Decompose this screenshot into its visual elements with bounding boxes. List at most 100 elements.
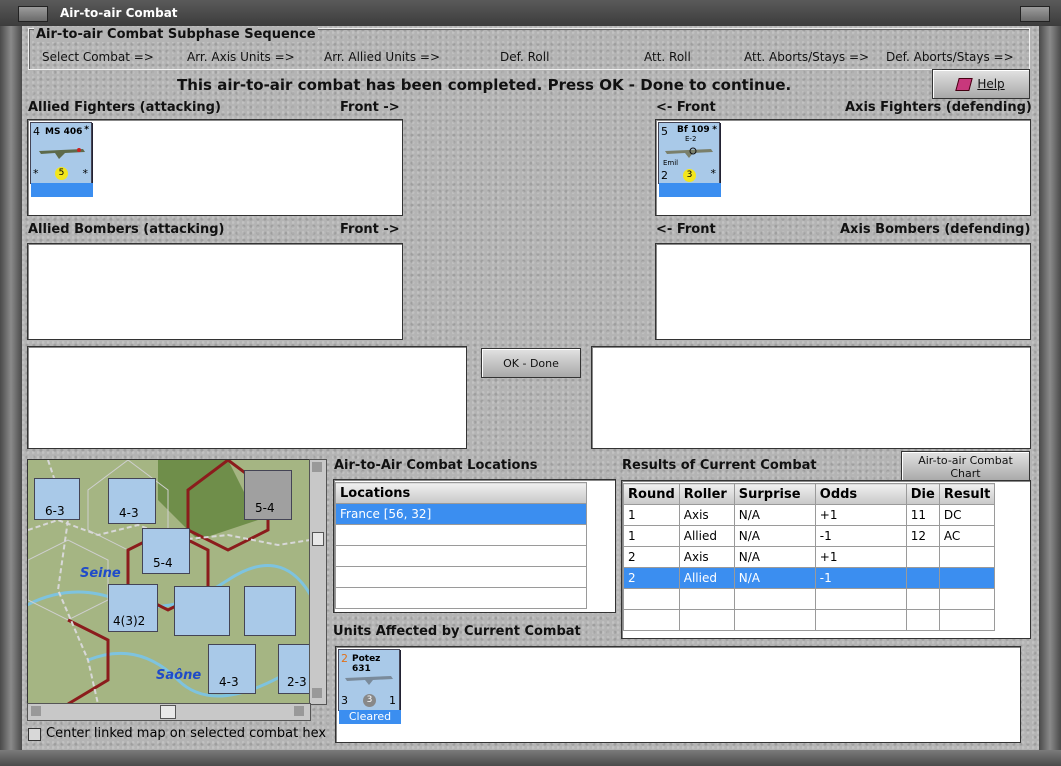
table-row[interactable]: 1 Allied N/A -1 12 AC (623, 525, 996, 547)
locations-header[interactable]: Locations (335, 482, 587, 504)
step-def-aborts: Def. Aborts/Stays => (886, 50, 1014, 64)
locations-list[interactable]: Locations France [56, 32] (333, 479, 616, 613)
units-affected-panel[interactable]: 2 Potez 631 3 3 1 Cleared (335, 646, 1021, 743)
table-row[interactable]: 1 Axis N/A +1 11 DC (623, 504, 996, 526)
axis-fighters-panel[interactable]: 5 Bf 109 E-2 * Emil 2 3 * (655, 119, 1031, 216)
map-counter-value: 4-3 (119, 506, 139, 520)
cell-odds (814, 609, 907, 631)
window-frame-bottom (0, 750, 1061, 766)
scroll-left-arrow-icon[interactable] (31, 706, 41, 716)
cell-die (905, 588, 940, 610)
col-result[interactable]: Result (938, 483, 996, 505)
col-roller[interactable]: Roller (678, 483, 735, 505)
counter-status-bar: Cleared (339, 710, 401, 724)
system-menu-button[interactable] (18, 6, 48, 22)
help-button[interactable]: Help (932, 69, 1030, 99)
cell-result: DC (938, 504, 996, 526)
map-unit-counter[interactable]: 4-3 (208, 644, 256, 694)
scroll-down-arrow-icon[interactable] (312, 688, 322, 698)
cell-surprise (733, 588, 816, 610)
location-item[interactable] (335, 524, 587, 546)
scroll-thumb[interactable] (312, 532, 324, 546)
axis-bombers-panel[interactable] (655, 243, 1031, 340)
cell-roller: Axis (678, 546, 735, 568)
title-bar: Air-to-air Combat (0, 0, 1061, 27)
linked-map[interactable]: 6-3 4-3 5-4 5-4 4(3)2 4-3 2-3 Seine Saôn… (27, 459, 311, 705)
allied-bombers-panel[interactable] (27, 243, 403, 340)
map-unit-counter[interactable]: 5-4 (142, 528, 190, 574)
table-row[interactable] (623, 588, 996, 610)
allied-fighters-label: Allied Fighters (attacking) (28, 100, 221, 115)
counter-corner-bottom: * (82, 167, 89, 180)
unit-counter-ms406[interactable]: 4 MS 406 * * 5 * (30, 122, 93, 197)
cell-result: AC (938, 525, 996, 547)
cell-result (938, 609, 996, 631)
table-row[interactable]: 2 Allied N/A -1 (623, 567, 996, 589)
counter-nickname: Emil (663, 159, 679, 167)
unit-counter-bf109[interactable]: 5 Bf 109 E-2 * Emil 2 3 * (658, 122, 721, 197)
status-message: This air-to-air combat has been complete… (177, 76, 792, 94)
center-map-checkbox[interactable] (28, 728, 41, 741)
unit-counter-potez[interactable]: 2 Potez 631 3 3 1 Cleared (338, 649, 401, 724)
counter-factor: 5 (55, 167, 68, 180)
scroll-right-arrow-icon[interactable] (294, 706, 304, 716)
cell-round: 1 (623, 525, 680, 547)
counter-top-value: 4 (33, 125, 40, 138)
counter-top-value: 5 (661, 125, 668, 138)
counter-corner-bottom: * (710, 167, 717, 180)
map-unit-counter[interactable]: 2-3 (278, 644, 310, 694)
allied-fighters-front: Front -> (340, 100, 400, 115)
locations-title: Air-to-Air Combat Locations (334, 458, 538, 473)
cell-die: 11 (905, 504, 940, 526)
map-unit-counter[interactable]: 5-4 (244, 470, 292, 520)
col-surprise[interactable]: Surprise (733, 483, 816, 505)
air-combat-chart-button[interactable]: Air-to-air Combat Chart (901, 451, 1030, 482)
map-aircraft-counter[interactable] (244, 586, 296, 636)
col-round[interactable]: Round (623, 483, 680, 505)
counter-bottom-left: 2 (661, 169, 668, 182)
units-affected-title: Units Affected by Current Combat (333, 624, 581, 639)
cell-roller: Allied (678, 525, 735, 547)
counter-bottom-left: 3 (341, 694, 348, 707)
cell-die: 12 (905, 525, 940, 547)
counter-unit-name: MS 406 (45, 127, 83, 137)
cell-odds: -1 (814, 567, 907, 589)
location-item[interactable] (335, 587, 587, 609)
aircraft-icon (345, 676, 393, 685)
location-item[interactable] (335, 566, 587, 588)
table-row[interactable]: 2 Axis N/A +1 (623, 546, 996, 568)
map-counter-value: 5-4 (153, 556, 173, 570)
map-unit-counter[interactable]: 4-3 (108, 478, 156, 524)
close-button[interactable] (1020, 6, 1050, 22)
window-frame-left (0, 26, 22, 766)
step-def-roll: Def. Roll (500, 50, 550, 64)
location-item[interactable] (335, 545, 587, 567)
col-die[interactable]: Die (905, 483, 940, 505)
cell-die (905, 567, 940, 589)
cell-round: 1 (623, 504, 680, 526)
table-row[interactable] (623, 609, 996, 631)
col-odds[interactable]: Odds (814, 483, 907, 505)
scroll-up-arrow-icon[interactable] (312, 462, 322, 472)
counter-unit-subtype: E-2 (685, 135, 697, 143)
map-unit-counter[interactable]: 6-3 (34, 478, 80, 520)
help-label: Help (977, 77, 1005, 91)
cell-result (938, 567, 996, 589)
map-unit-counter[interactable]: 4(3)2 (108, 584, 158, 632)
map-aircraft-counter[interactable] (174, 586, 230, 636)
scroll-thumb[interactable] (160, 705, 176, 719)
cell-odds: -1 (814, 525, 907, 547)
help-book-icon (955, 77, 974, 91)
step-arrange-allied: Arr. Allied Units => (324, 50, 441, 64)
map-vertical-scrollbar[interactable] (309, 459, 327, 705)
map-counter-value: 6-3 (45, 504, 65, 518)
location-item[interactable]: France [56, 32] (335, 503, 587, 525)
cell-round: 2 (623, 546, 680, 568)
ok-done-button[interactable]: OK - Done (481, 348, 581, 378)
cell-round (623, 588, 680, 610)
map-counter-value: 4-3 (219, 675, 239, 689)
allied-fighters-panel[interactable]: 4 MS 406 * * 5 * (27, 119, 403, 216)
cell-roller (678, 609, 735, 631)
map-horizontal-scrollbar[interactable] (27, 703, 311, 721)
allied-info-panel (27, 346, 467, 449)
